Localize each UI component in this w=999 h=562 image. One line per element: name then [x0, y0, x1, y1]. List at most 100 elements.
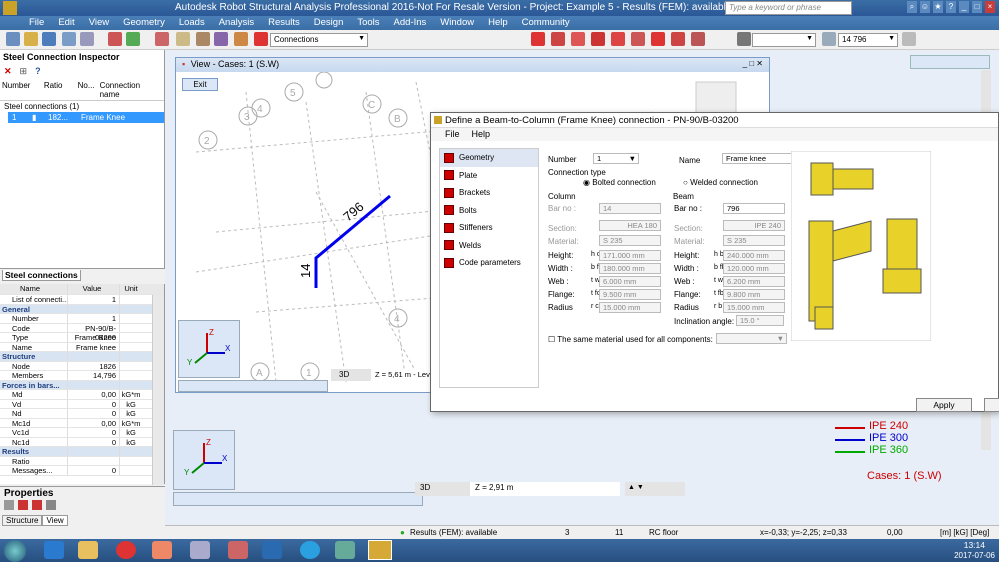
connection-type-7-icon[interactable] [651, 32, 665, 46]
chrome-icon[interactable] [116, 541, 136, 559]
welded-radio[interactable]: ○ Welded connection [683, 178, 758, 187]
view-toolbar[interactable] [178, 380, 328, 392]
props-row[interactable]: List of connecti... 1 [0, 295, 164, 305]
menu-design[interactable]: Design [307, 16, 351, 30]
col-number[interactable]: Number [2, 81, 44, 99]
clock-time[interactable]: 13:14 [964, 540, 985, 550]
bolted-radio[interactable]: ◉ Bolted connection [583, 178, 656, 187]
sync-icon[interactable] [902, 32, 916, 46]
delete-icon[interactable]: ✕ [4, 66, 12, 78]
tab-view[interactable]: View [42, 515, 68, 526]
outlook-icon[interactable] [262, 541, 282, 559]
start-button[interactable] [4, 540, 26, 562]
column-material-field[interactable]: S 235 [599, 235, 661, 246]
menu-add-ins[interactable]: Add-Ins [387, 16, 434, 30]
tab-structure[interactable]: Structure [2, 515, 43, 526]
viewport-window-controls[interactable] [910, 55, 990, 69]
props-group[interactable]: Forces in bars... [0, 380, 164, 390]
props-group[interactable]: Results [0, 447, 164, 457]
minimize-button[interactable]: _ [959, 1, 969, 13]
ie-icon[interactable] [44, 541, 64, 559]
connection-type-2-icon[interactable] [551, 32, 565, 46]
robot-app-icon[interactable] [368, 540, 392, 560]
close-button[interactable]: × [985, 1, 995, 13]
beam-material-field[interactable]: S 235 [723, 235, 785, 246]
tools-icon[interactable] [234, 32, 248, 46]
menu-file[interactable]: File [22, 16, 51, 30]
menu-window[interactable]: Window [433, 16, 481, 30]
star-icon[interactable]: ★ [933, 1, 943, 13]
connection-type-4-icon[interactable] [591, 32, 605, 46]
connection-type-8-icon[interactable] [671, 32, 685, 46]
props-row[interactable]: Messages... 0 [0, 466, 164, 476]
search-input[interactable]: Type a keyword or phrase [725, 1, 852, 15]
connection-type-1-icon[interactable] [531, 32, 545, 46]
print-icon[interactable] [62, 32, 76, 46]
skype-icon[interactable] [300, 541, 320, 559]
props-scrollbar[interactable] [152, 295, 164, 485]
menu-analysis[interactable]: Analysis [212, 16, 261, 30]
same-material-combo[interactable]: ▼ [716, 333, 787, 344]
filter-icon[interactable]: ⊞ [20, 66, 28, 78]
props-row[interactable]: Mc1d 0,00 kG*m [0, 418, 164, 428]
props-row[interactable]: Vc1d 0 kG [0, 428, 164, 438]
calculator-icon[interactable] [190, 541, 210, 559]
props-row[interactable]: Nd 0 kG [0, 409, 164, 419]
connection-type-3-icon[interactable] [571, 32, 585, 46]
redo-icon[interactable] [126, 32, 140, 46]
column-section-field[interactable]: HEA 180 [599, 220, 661, 231]
beam-width-field[interactable]: 120.000 mm [723, 263, 785, 274]
menu-help[interactable]: Help [481, 16, 515, 30]
beam-radius-field[interactable]: 15.000 mm [723, 302, 785, 313]
cut-icon[interactable] [155, 32, 169, 46]
copy-icon[interactable] [176, 32, 190, 46]
beam-web-field[interactable]: 6.200 mm [723, 276, 785, 287]
connections-combo[interactable]: Connections ▼ [270, 33, 368, 47]
explorer-icon[interactable] [78, 541, 98, 559]
connection-type-5-icon[interactable] [611, 32, 625, 46]
menu-loads[interactable]: Loads [172, 16, 212, 30]
snipping-icon[interactable] [228, 541, 248, 559]
app-logo-icon[interactable] [3, 1, 17, 15]
tab-steel-connections[interactable]: Steel connections [2, 270, 81, 281]
connections-group[interactable]: Steel connections (1) [0, 101, 164, 112]
props-settings-icon[interactable] [32, 500, 42, 510]
col-ratio[interactable]: Ratio [44, 81, 78, 99]
props-row[interactable]: Number 1 [0, 314, 164, 324]
props-row[interactable]: Nc1d 0 kG [0, 437, 164, 447]
props-sort-icon[interactable] [4, 500, 14, 510]
lower-scroll-arrows[interactable]: ▲ ▼ [625, 482, 685, 496]
props-filter-icon[interactable] [18, 500, 28, 510]
connection-row[interactable]: 1 ▮ 182... Frame Knee [8, 112, 164, 123]
column-web-field[interactable]: 6.000 mm [599, 276, 661, 287]
column-barno-field[interactable]: 14 [599, 203, 661, 214]
preview-icon[interactable] [80, 32, 94, 46]
props-row[interactable]: Type Frame Knee [0, 333, 164, 343]
props-edit-icon[interactable] [46, 500, 56, 510]
paint-icon[interactable] [335, 541, 355, 559]
props-row[interactable]: Code PN-90/B-03200 [0, 323, 164, 342]
menu-edit[interactable]: Edit [51, 16, 81, 30]
maximize-button[interactable]: □ [972, 1, 982, 13]
member-combo[interactable]: 14 796 ▼ [838, 33, 898, 47]
menu-community[interactable]: Community [515, 16, 577, 30]
column-flange-field[interactable]: 9.500 mm [599, 289, 661, 300]
col-no[interactable]: No... [78, 81, 100, 99]
save-icon[interactable] [42, 32, 56, 46]
info-icon[interactable]: ? [35, 66, 41, 78]
column-radius-field[interactable]: 15.000 mm [599, 302, 661, 313]
props-row[interactable]: Name Frame knee [0, 342, 164, 352]
connection-icon[interactable] [254, 32, 268, 46]
close-dialog-button[interactable] [984, 398, 999, 412]
beam-section-field[interactable]: IPE 240 [723, 220, 785, 231]
beam-height-field[interactable]: 240.000 mm [723, 250, 785, 261]
props-row[interactable]: Node 1826 [0, 361, 164, 371]
user-icon[interactable]: ☺ [920, 1, 930, 13]
cursor-icon[interactable] [737, 32, 751, 46]
column-width-field[interactable]: 180.000 mm [599, 263, 661, 274]
number-select[interactable]: 1 ▼ [593, 153, 639, 164]
selection-combo[interactable]: ▼ [752, 33, 816, 47]
menu-results[interactable]: Results [261, 16, 307, 30]
menu-tools[interactable]: Tools [350, 16, 386, 30]
connection-type-9-icon[interactable] [691, 32, 705, 46]
